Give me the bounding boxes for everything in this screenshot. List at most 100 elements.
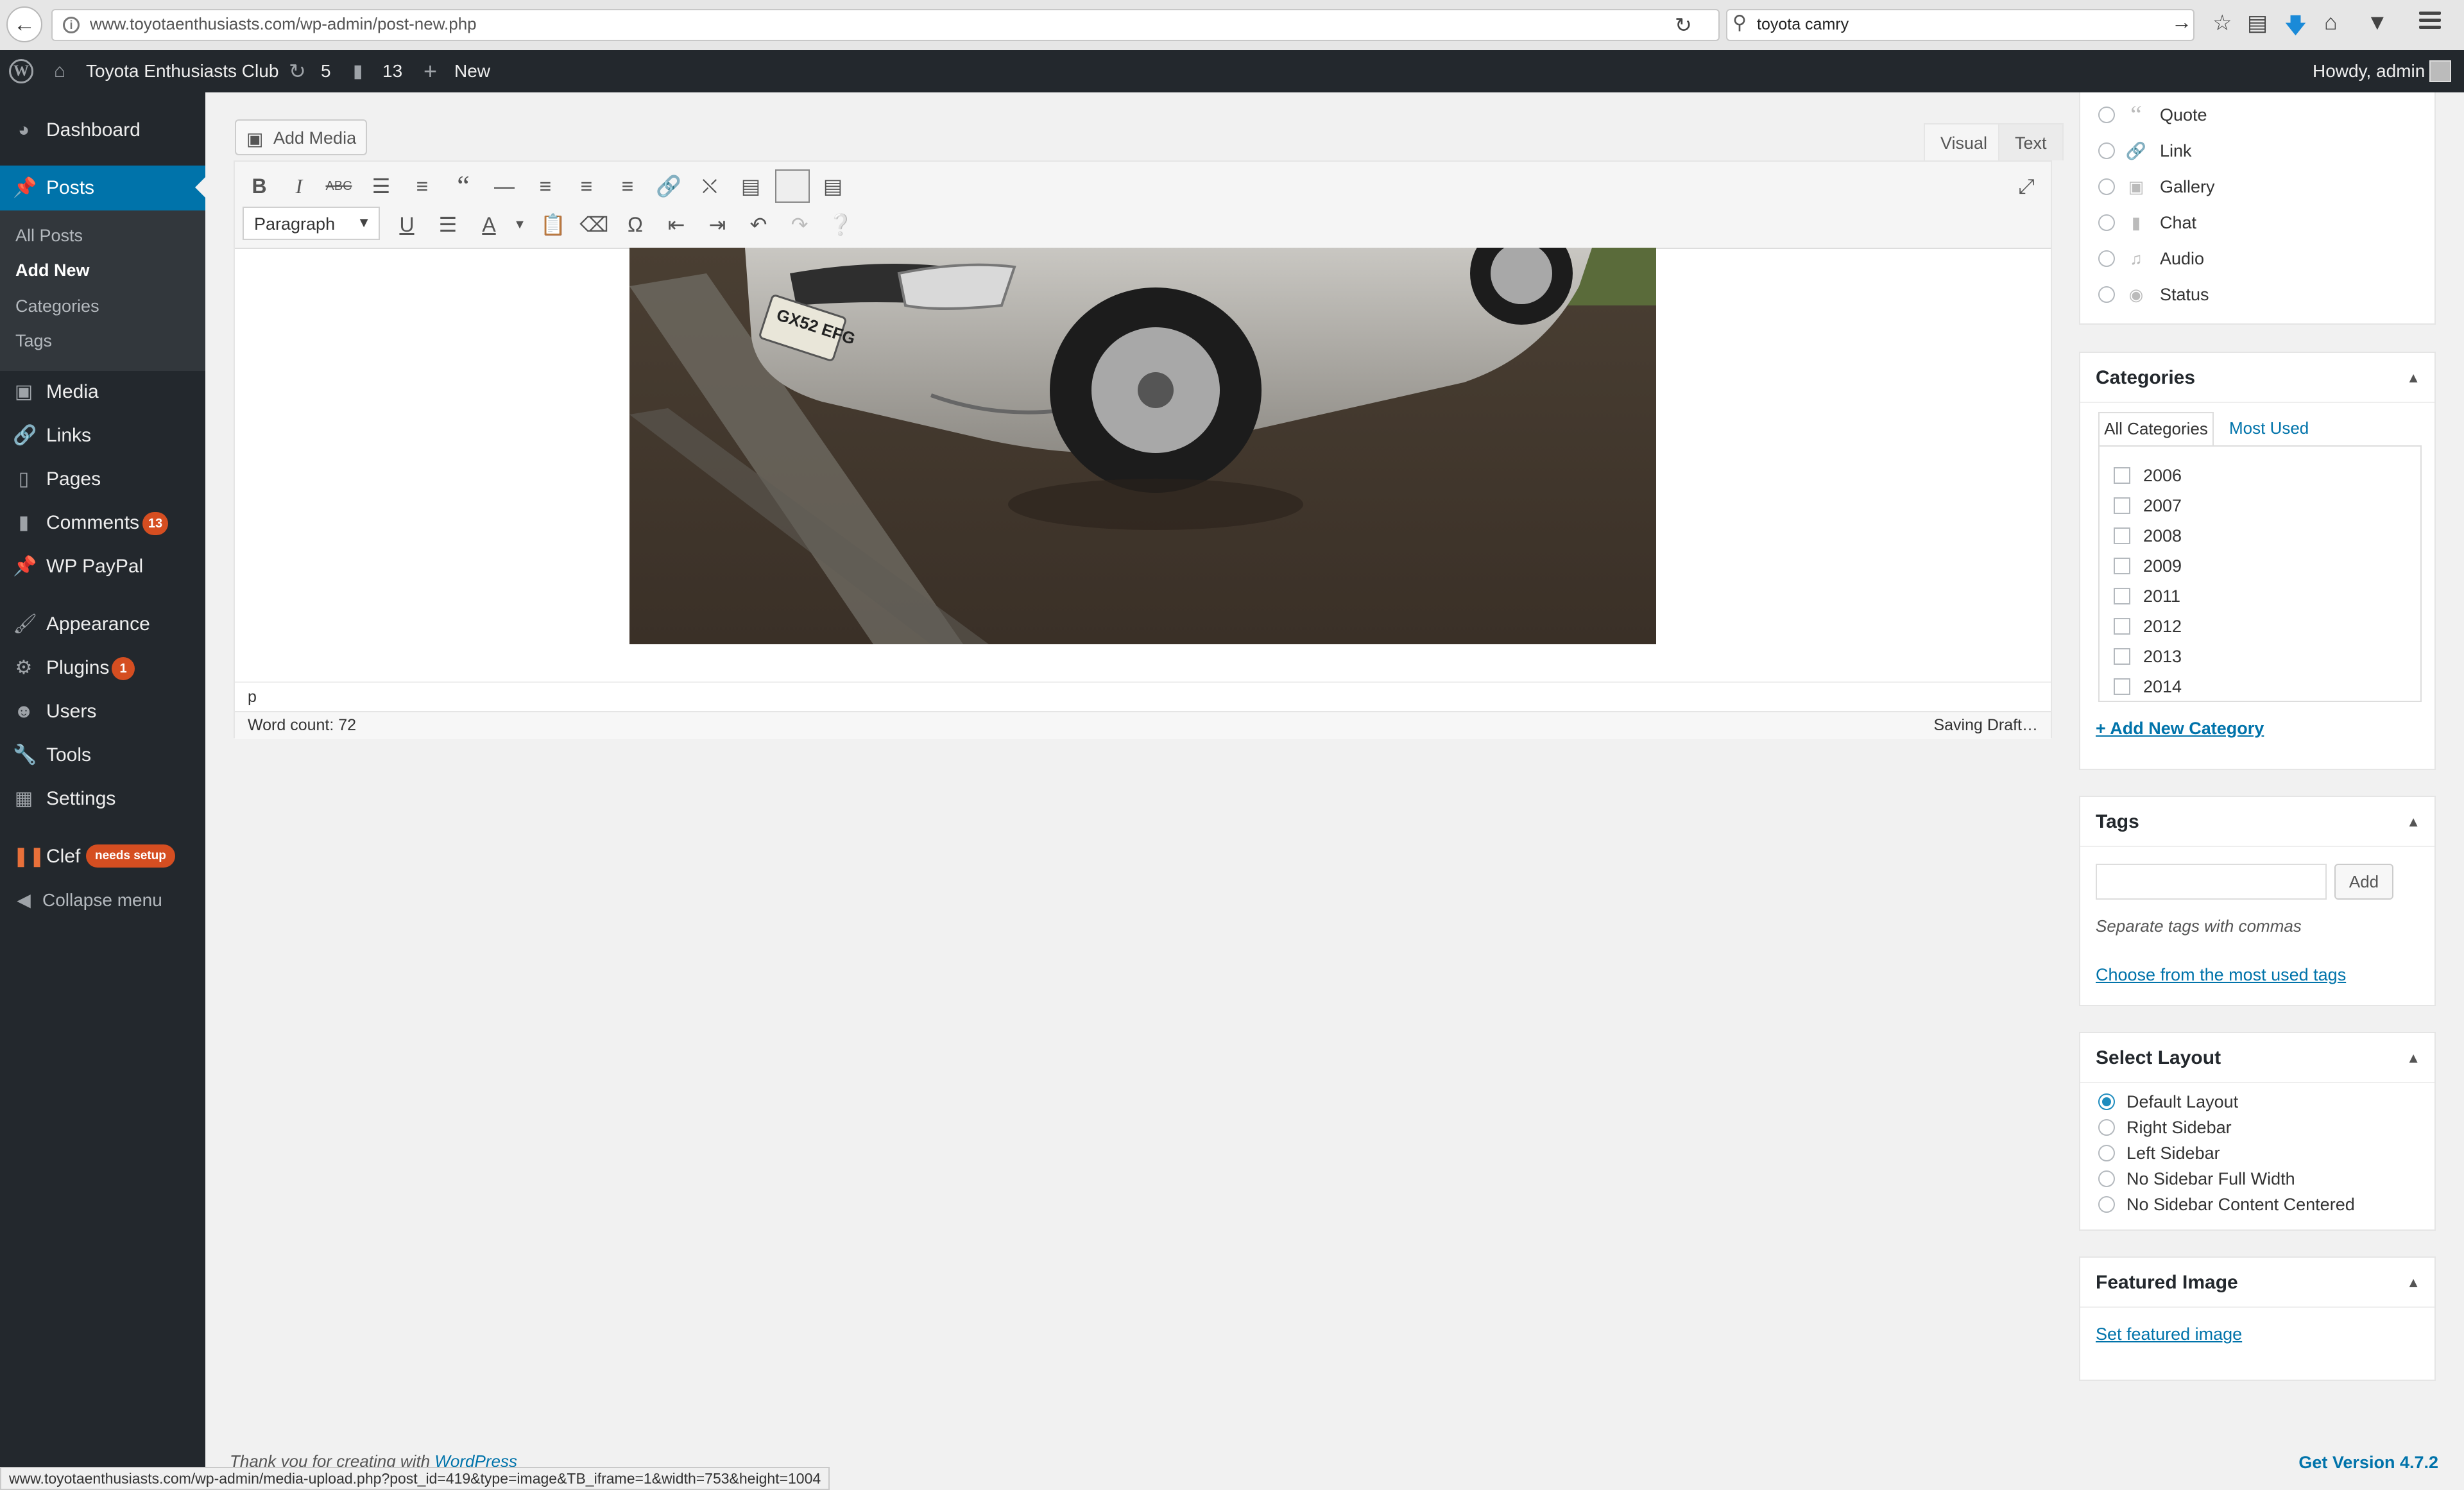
strikethrough-icon[interactable]: ABC xyxy=(322,169,355,203)
format-radio-gallery[interactable] xyxy=(2098,178,2115,195)
bulleted-list-icon[interactable]: ☰ xyxy=(364,169,398,203)
paste-as-text-icon[interactable]: 📋 xyxy=(536,208,570,241)
hamburger-menu-icon[interactable] xyxy=(2419,12,2441,30)
pocket-icon[interactable]: ▼ xyxy=(2366,10,2388,35)
redo-icon[interactable]: ↷ xyxy=(783,208,816,241)
justify-icon[interactable]: ☰ xyxy=(431,208,465,241)
help-icon[interactable]: ❔ xyxy=(824,208,857,241)
read-more-icon[interactable]: ▤ xyxy=(734,169,767,203)
insert-link-icon[interactable]: 🔗 xyxy=(652,169,685,203)
back-arrow-icon[interactable]: ← xyxy=(6,6,42,42)
submenu-categories[interactable]: Categories xyxy=(15,296,99,316)
underline-icon[interactable]: U xyxy=(390,208,424,241)
bookmark-star-icon[interactable]: ☆ xyxy=(2212,10,2232,36)
format-radio-quote[interactable] xyxy=(2098,107,2115,123)
info-icon[interactable]: i xyxy=(63,17,80,33)
collapse-menu-button[interactable]: ◀ Collapse menu xyxy=(0,880,205,920)
text-color-icon[interactable]: A xyxy=(472,208,506,241)
submenu-tags[interactable]: Tags xyxy=(15,331,52,351)
format-radio-status[interactable] xyxy=(2098,286,2115,303)
align-right-icon[interactable]: ≡ xyxy=(611,169,644,203)
sidebar-item-posts[interactable]: 📌 Posts xyxy=(0,166,205,210)
add-new-category-link[interactable]: + Add New Category xyxy=(2096,719,2264,739)
bold-icon[interactable]: B xyxy=(243,169,276,203)
add-tag-button[interactable]: Add xyxy=(2334,864,2393,900)
choose-most-used-tags-link[interactable]: Choose from the most used tags xyxy=(2096,965,2346,985)
layout-radio-no-sidebar-full[interactable] xyxy=(2098,1170,2115,1187)
get-version-link[interactable]: Get Version 4.7.2 xyxy=(2298,1453,2438,1473)
category-checkbox[interactable] xyxy=(2114,618,2130,635)
italic-icon[interactable]: I xyxy=(282,169,316,203)
new-tag-input[interactable] xyxy=(2096,864,2327,900)
collapse-toggle-icon[interactable]: ▲ xyxy=(2406,814,2420,830)
wordpress-logo-icon[interactable]: W xyxy=(9,59,33,83)
tab-text[interactable]: Text xyxy=(1998,123,2064,160)
sidebar-item-dashboard[interactable]: ◕ Dashboard xyxy=(0,110,205,150)
collapse-toggle-icon[interactable]: ▲ xyxy=(2406,370,2420,386)
category-checkbox[interactable] xyxy=(2114,467,2130,484)
indent-icon[interactable]: ⇥ xyxy=(701,208,734,241)
submenu-add-new[interactable]: Add New xyxy=(15,261,90,280)
format-radio-audio[interactable] xyxy=(2098,250,2115,267)
howdy-user-link[interactable]: Howdy, admin xyxy=(2313,50,2425,92)
category-checkbox[interactable] xyxy=(2114,558,2130,574)
reload-icon[interactable]: ↻ xyxy=(1675,13,1692,37)
sidebar-item-wp-paypal[interactable]: 📌 WP PayPal xyxy=(0,547,205,587)
format-radio-chat[interactable] xyxy=(2098,214,2115,231)
undo-icon[interactable]: ↶ xyxy=(742,208,775,241)
paragraph-format-select[interactable]: Paragraph ▼ xyxy=(243,207,380,240)
category-checkbox[interactable] xyxy=(2114,678,2130,695)
site-name-link[interactable]: Toyota Enthusiasts Club xyxy=(86,50,278,92)
fullscreen-expand-icon[interactable]: ⤢ xyxy=(2010,169,2043,203)
category-checkbox[interactable] xyxy=(2114,648,2130,665)
updates-count[interactable]: 5 xyxy=(321,50,331,92)
layout-radio-left-sidebar[interactable] xyxy=(2098,1145,2115,1161)
sidebar-item-users[interactable]: ☻ Users xyxy=(0,692,205,732)
tab-visual[interactable]: Visual xyxy=(1924,123,2005,160)
distraction-free-icon[interactable]: ▤ xyxy=(816,169,850,203)
category-checklist[interactable]: 2006 2007 2008 2009 2011 2012 2013 2014 xyxy=(2098,445,2422,702)
tab-all-categories[interactable]: All Categories xyxy=(2098,412,2214,445)
layout-radio-no-sidebar-centered[interactable] xyxy=(2098,1196,2115,1213)
submenu-all-posts[interactable]: All Posts xyxy=(15,226,83,246)
home-icon[interactable]: ⌂ xyxy=(2324,10,2338,35)
sidebar-item-media[interactable]: ▣ Media xyxy=(0,372,205,412)
layout-radio-right-sidebar[interactable] xyxy=(2098,1119,2115,1136)
new-content-link[interactable]: New xyxy=(454,50,490,92)
align-left-icon[interactable]: ≡ xyxy=(529,169,562,203)
tab-most-used[interactable]: Most Used xyxy=(2229,418,2309,438)
text-color-dropdown-icon[interactable]: ▼ xyxy=(503,208,536,241)
add-media-button[interactable]: ▣ Add Media xyxy=(235,119,367,155)
sidebar-item-links[interactable]: 🔗 Links xyxy=(0,416,205,456)
numbered-list-icon[interactable]: ≡ xyxy=(406,169,439,203)
sidebar-item-tools[interactable]: 🔧 Tools xyxy=(0,735,205,775)
outdent-icon[interactable]: ⇤ xyxy=(660,208,693,241)
special-character-icon[interactable]: Ω xyxy=(619,208,652,241)
download-icon[interactable]: 🡇 xyxy=(2284,10,2307,47)
collapse-toggle-icon[interactable]: ▲ xyxy=(2406,1274,2420,1291)
clear-formatting-icon[interactable]: ⌫ xyxy=(578,208,611,241)
collapse-toggle-icon[interactable]: ▲ xyxy=(2406,1050,2420,1066)
remove-link-icon[interactable]: ⛌ xyxy=(693,169,726,203)
toolbar-toggle-icon[interactable] xyxy=(775,169,810,203)
element-path[interactable]: p xyxy=(248,688,257,706)
horizontal-line-icon[interactable]: — xyxy=(488,169,521,203)
category-checkbox[interactable] xyxy=(2114,527,2130,544)
browser-search-input[interactable]: toyota camry xyxy=(1757,15,1849,34)
search-go-arrow-icon[interactable]: → xyxy=(2171,10,2192,34)
format-radio-link[interactable] xyxy=(2098,142,2115,159)
align-center-icon[interactable]: ≡ xyxy=(570,169,603,203)
set-featured-image-link[interactable]: Set featured image xyxy=(2096,1324,2242,1344)
sidebar-item-comments[interactable]: ▮ Comments 13 xyxy=(0,503,205,543)
url-text[interactable]: www.toyotaenthusiasts.com/wp-admin/post-… xyxy=(90,14,477,34)
avatar[interactable] xyxy=(2429,60,2451,82)
comments-count[interactable]: 13 xyxy=(382,50,402,92)
category-checkbox[interactable] xyxy=(2114,588,2130,604)
category-checkbox[interactable] xyxy=(2114,497,2130,514)
reading-list-icon[interactable]: ▤ xyxy=(2247,10,2268,36)
sidebar-item-plugins[interactable]: ⚙ Plugins 1 xyxy=(0,648,205,688)
blockquote-icon[interactable]: “ xyxy=(447,169,480,203)
sidebar-item-settings[interactable]: ▦ Settings xyxy=(0,779,205,819)
sidebar-item-pages[interactable]: ▯ Pages xyxy=(0,459,205,499)
layout-radio-default[interactable] xyxy=(2098,1093,2115,1110)
